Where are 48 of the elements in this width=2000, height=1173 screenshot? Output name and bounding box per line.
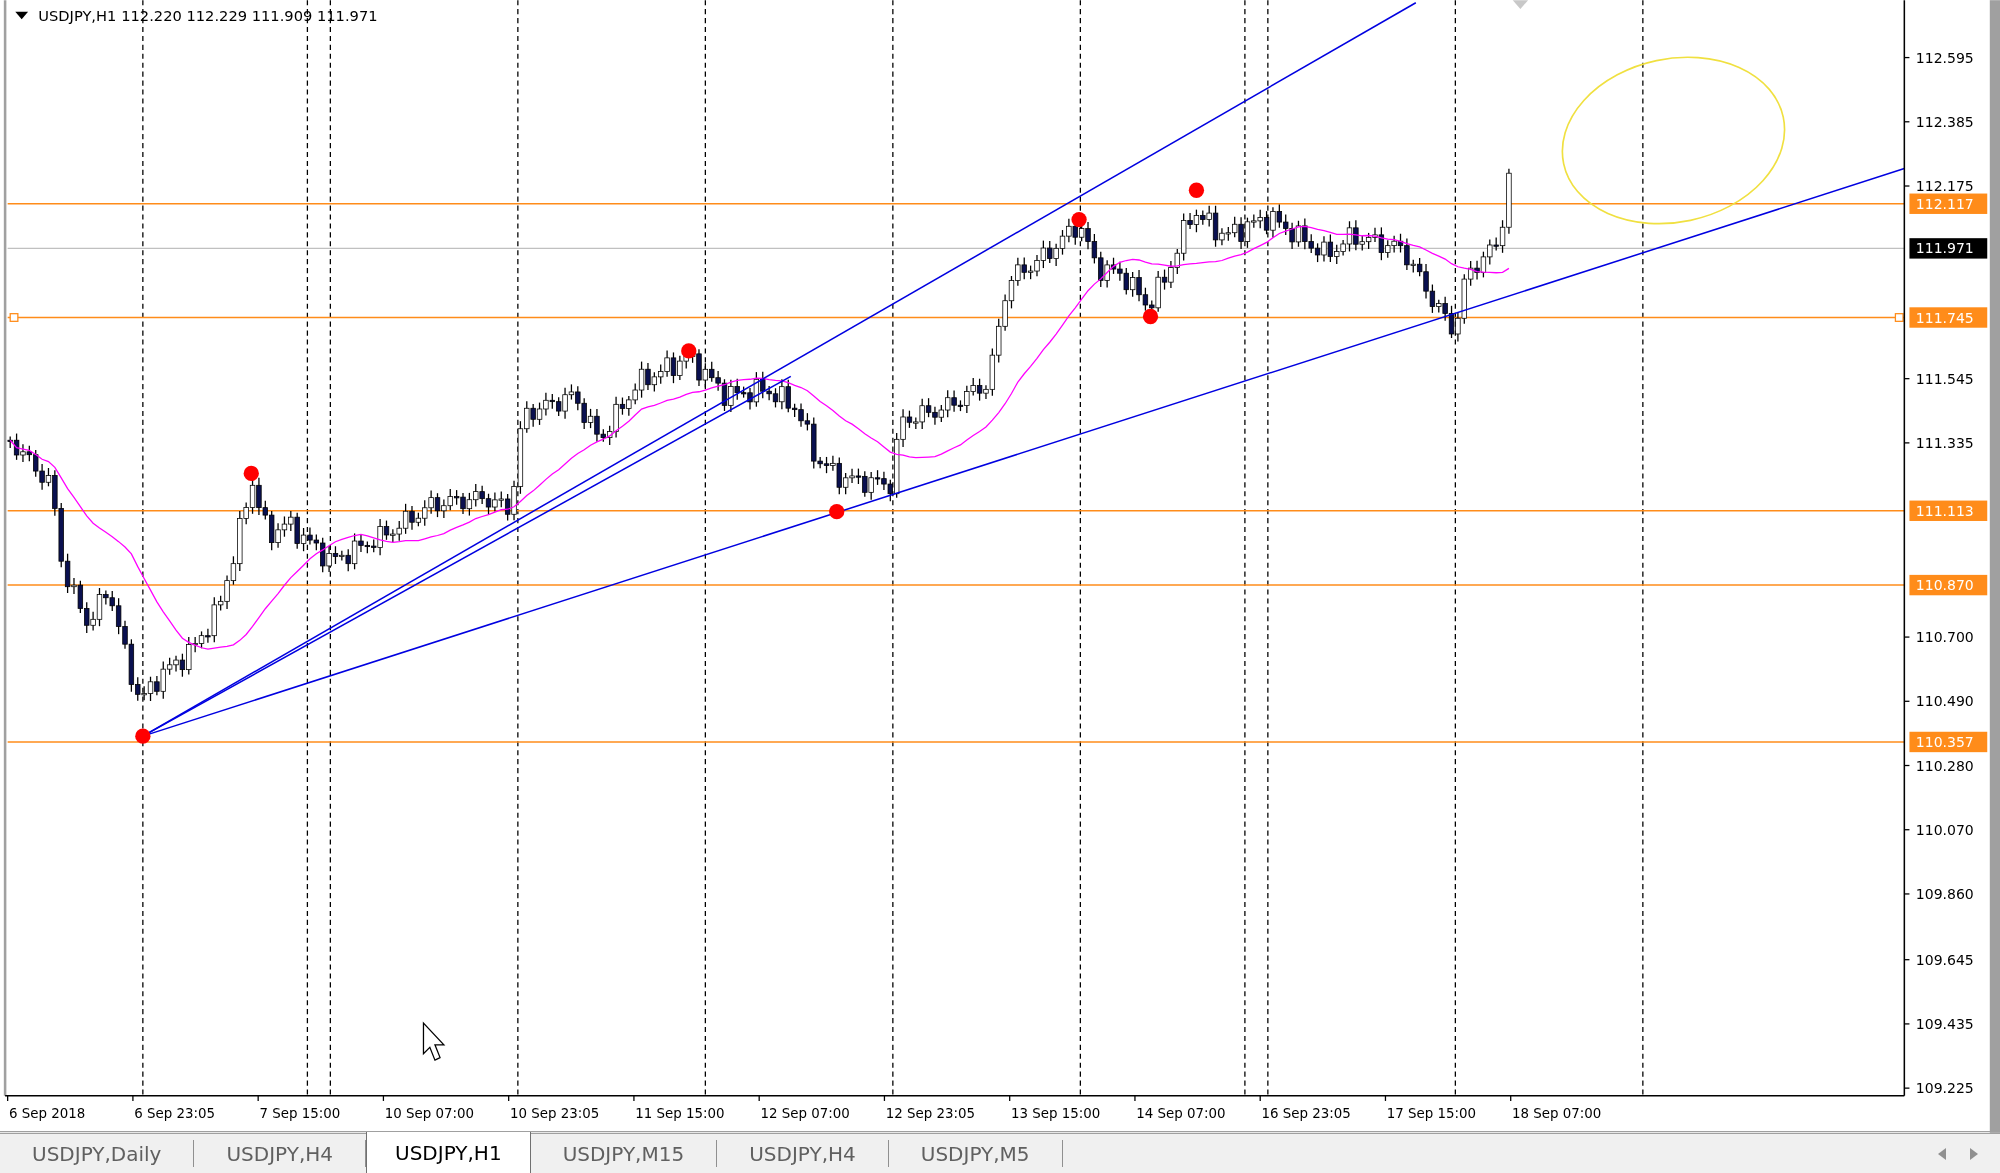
price-tick-label: 109.225: [1915, 1080, 1974, 1097]
scroll-left-icon[interactable]: [1938, 1147, 1946, 1160]
price-tick-label: 110.700: [1915, 629, 1974, 646]
chart-tab[interactable]: USDJPY,H1: [366, 1132, 531, 1173]
price-tick-label: 111.335: [1915, 435, 1974, 451]
marker-dot: [243, 465, 259, 482]
time-label: 7 Sep 15:00: [259, 1105, 341, 1121]
dropdown-icon[interactable]: [15, 11, 29, 20]
price-tick-label: 110.070: [1915, 821, 1974, 838]
marker-dot: [135, 728, 151, 744]
price-tick-label: 110.280: [1915, 757, 1974, 774]
time-label: 6 Sep 2018: [8, 1105, 86, 1121]
cursor-icon: [422, 1021, 446, 1061]
price-tag: 110.357: [1909, 731, 1988, 753]
price-tick-label: 109.645: [1915, 951, 1974, 968]
marker-dot: [681, 343, 697, 359]
time-label: 14 Sep 07:00: [1136, 1105, 1226, 1121]
time-label: 6 Sep 23:05: [134, 1105, 215, 1121]
price-tag: 110.870: [1909, 574, 1988, 596]
time-label: 17 Sep 15:00: [1386, 1105, 1476, 1121]
time-label: 10 Sep 07:00: [384, 1105, 474, 1121]
time-label: 12 Sep 23:05: [885, 1105, 975, 1121]
price-tick-label: 110.490: [1915, 693, 1974, 710]
symbol-label: USDJPY,H1: [38, 6, 117, 24]
line-handle[interactable]: [1894, 313, 1904, 322]
price-tick-label: 111.545: [1915, 370, 1974, 387]
marker-dot: [1071, 211, 1087, 228]
marker-dot: [1188, 182, 1205, 198]
time-label: 10 Sep 23:05: [509, 1105, 600, 1121]
price-tag: 111.113: [1909, 500, 1988, 521]
marker-dot: [1142, 308, 1159, 325]
price-tag: 111.971: [1909, 238, 1988, 259]
price-tick-label: 109.860: [1915, 886, 1974, 903]
time-label: 11 Sep 15:00: [635, 1105, 725, 1121]
marker-dot: [829, 504, 845, 520]
time-label: 18 Sep 07:00: [1512, 1105, 1602, 1121]
scroll-right-icon[interactable]: [1970, 1147, 1978, 1160]
price-tick-label: 112.595: [1915, 49, 1974, 66]
time-label: 16 Sep 23:05: [1261, 1105, 1351, 1121]
ohlc-values: 112.220 112.229 111.909 111.971: [121, 6, 378, 24]
line-handle[interactable]: [9, 313, 19, 322]
time-label: 12 Sep 07:00: [760, 1105, 850, 1121]
price-tick-label: 109.435: [1915, 1016, 1974, 1032]
price-tag: 111.745: [1909, 307, 1988, 328]
price-tag: 112.117: [1909, 193, 1988, 214]
price-tick-label: 112.175: [1915, 178, 1974, 195]
time-label: 13 Sep 15:00: [1010, 1105, 1101, 1121]
price-tick-label: 112.385: [1915, 113, 1974, 130]
